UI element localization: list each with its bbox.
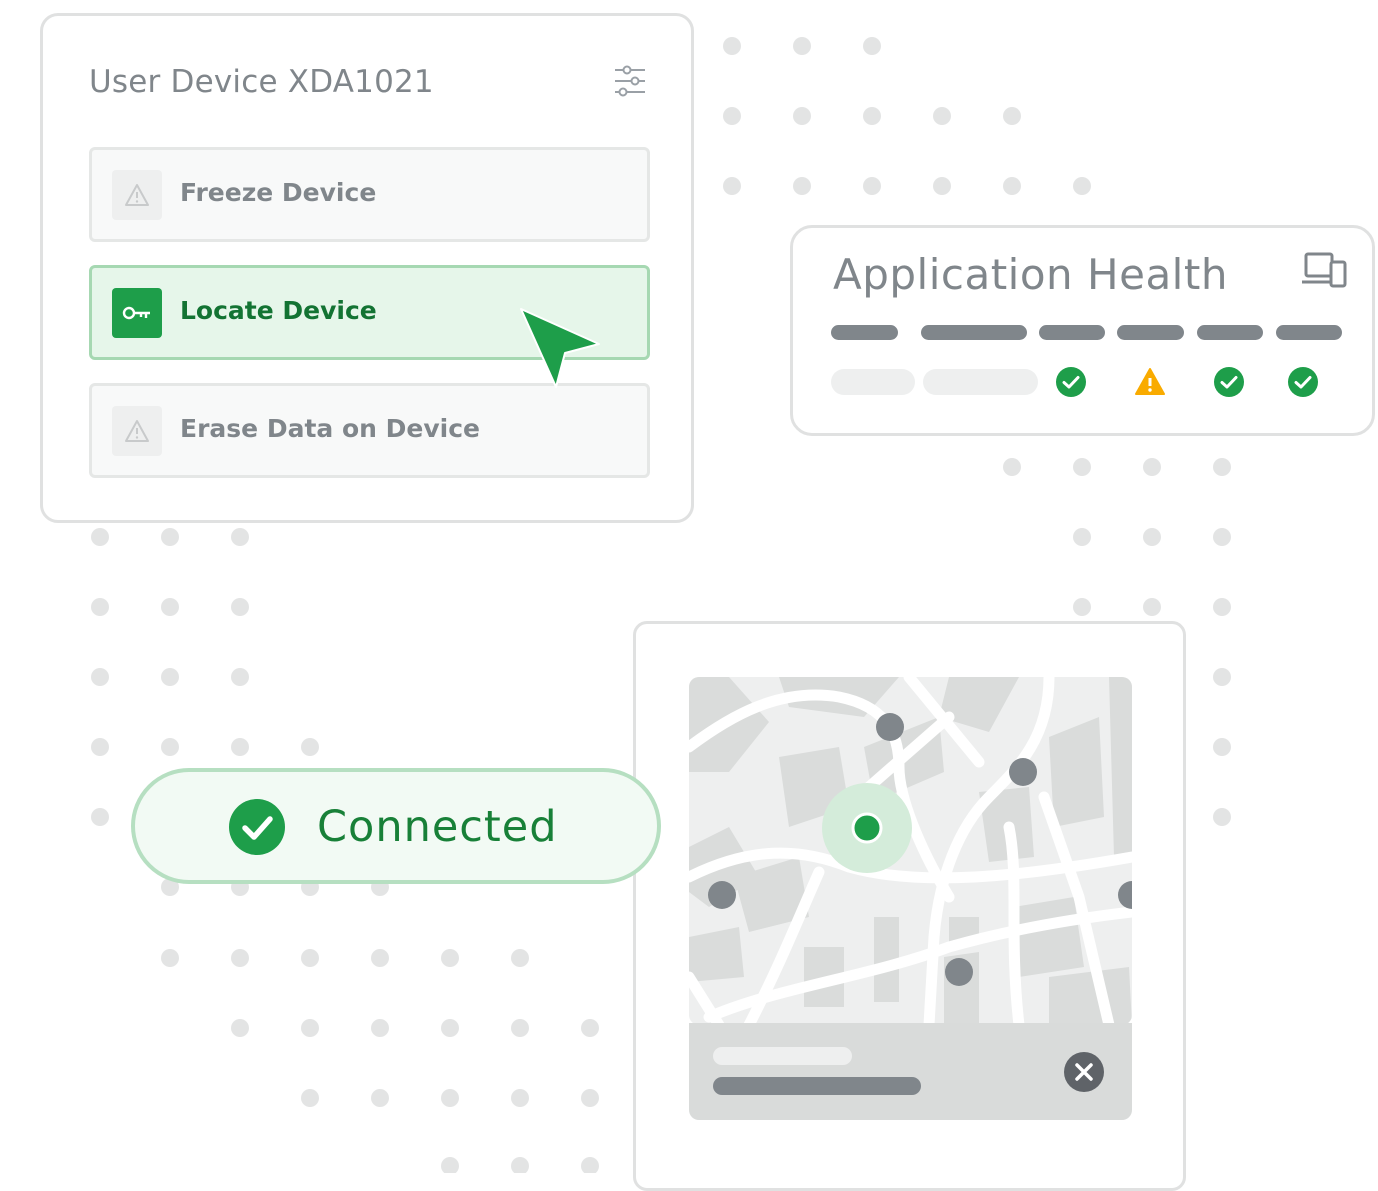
filter-settings-icon[interactable] [613,64,647,102]
info-placeholder-line [713,1077,921,1095]
erase-data-button[interactable]: Erase Data on Device [89,383,650,478]
column-header-bar [1039,325,1105,340]
info-placeholder-line [713,1047,852,1065]
map-info-panel [689,1023,1132,1120]
column-header-bar [1197,325,1263,340]
freeze-device-button[interactable]: Freeze Device [89,147,650,242]
check-circle-icon [1288,367,1318,397]
device-card: User Device XDA1021 Freeze Device Locate… [40,13,694,523]
connection-status-badge: Connected [131,768,661,884]
warning-triangle-icon [1135,368,1165,395]
health-title: Application Health [833,250,1228,299]
freeze-device-label: Freeze Device [180,178,377,207]
column-header-bar [1117,325,1184,340]
column-header-bar [921,325,1027,340]
device-location-map[interactable] [689,677,1132,1025]
map-card [633,621,1186,1191]
check-circle-icon [229,799,285,855]
row-placeholder [831,369,915,395]
warning-icon [112,170,162,220]
key-icon [112,288,162,338]
application-health-card: Application Health [790,225,1375,436]
check-circle-icon [1056,367,1086,397]
column-header-bar [1276,325,1342,340]
connection-status-label: Connected [317,802,558,852]
devices-icon [1301,252,1347,292]
warning-icon [112,406,162,456]
close-icon[interactable] [1063,1051,1105,1093]
check-circle-icon [1214,367,1244,397]
erase-data-label: Erase Data on Device [180,414,480,443]
row-placeholder [923,369,1038,395]
device-title: User Device XDA1021 [89,64,434,100]
column-header-bar [831,325,898,340]
cursor-arrow-icon [520,308,600,388]
locate-device-label: Locate Device [180,296,377,325]
